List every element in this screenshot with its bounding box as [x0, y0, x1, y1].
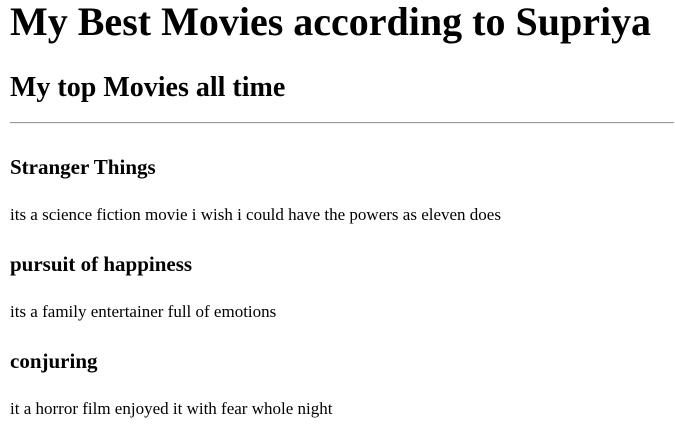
movie-description: it a horror film enjoyed it with fear wh… [10, 399, 333, 418]
movie-title: Stranger Things [10, 155, 156, 179]
page-subtitle: My top Movies all time [10, 72, 286, 103]
page-title: My Best Movies according to Supriya [10, 0, 652, 44]
movie-list: Stranger Things its a science fiction mo… [10, 154, 670, 442]
movie-description: its a science fiction movie i wish i cou… [10, 205, 501, 224]
page: My Best Movies according to Supriya My t… [0, 0, 675, 442]
movie-title: conjuring [10, 349, 98, 373]
movie-item: Stranger Things its a science fiction mo… [10, 154, 670, 251]
movie-description: its a family entertainer full of emotion… [10, 302, 277, 321]
movie-item: conjuring it a horror film enjoyed it wi… [10, 348, 670, 442]
movie-item: pursuit of happiness its a family entert… [10, 251, 670, 348]
movie-title: pursuit of happiness [10, 252, 193, 276]
divider [10, 122, 674, 124]
